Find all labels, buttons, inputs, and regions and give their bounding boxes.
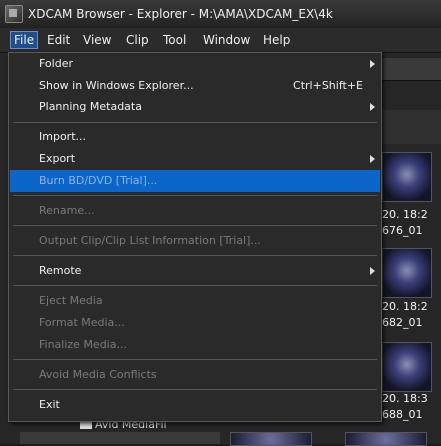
- menu-window[interactable]: Window: [200, 32, 253, 48]
- menu-item-label: Planning Metadata: [39, 100, 142, 113]
- menu-item-label: Format Media...: [39, 316, 125, 329]
- menu-separator: [13, 122, 377, 123]
- menu-item-show-in-explorer[interactable]: Show in Windows Explorer... Ctrl+Shift+E: [10, 75, 380, 97]
- menu-item-label: Eject Media: [39, 294, 103, 307]
- menu-item-label: Export: [39, 152, 76, 165]
- menu-item-label: Avoid Media Conflicts: [39, 368, 157, 381]
- clip-thumbnail[interactable]: [382, 342, 432, 392]
- submenu-arrow-icon: [370, 60, 375, 68]
- menu-item-label: Show in Windows Explorer...: [39, 79, 194, 92]
- file-menu-dropdown: Folder Show in Windows Explorer... Ctrl+…: [8, 52, 382, 422]
- menu-item-rename[interactable]: Rename...: [10, 200, 380, 222]
- menu-item-avoid-conflicts[interactable]: Avoid Media Conflicts: [10, 364, 380, 386]
- window-title: XDCAM Browser - Explorer - M:\AMA\XDCAM_…: [28, 7, 333, 21]
- submenu-arrow-icon: [370, 267, 375, 275]
- clip-name: 682_01: [382, 316, 423, 329]
- menu-separator: [13, 195, 377, 196]
- menu-clip[interactable]: Clip: [123, 32, 152, 48]
- menu-view[interactable]: View: [80, 32, 114, 48]
- menu-item-eject-media[interactable]: Eject Media: [10, 290, 380, 312]
- panel-header: [380, 58, 441, 81]
- menu-item-finalize-media[interactable]: Finalize Media...: [10, 334, 380, 356]
- menu-item-label: Output Clip/Clip List Information [Trial…: [39, 234, 261, 247]
- menu-tool[interactable]: Tool: [160, 32, 189, 48]
- panel-toolbar: [380, 110, 441, 144]
- menu-item-label: Remote: [39, 264, 82, 277]
- menu-item-planning-metadata[interactable]: Planning Metadata: [10, 96, 380, 118]
- menu-separator: [13, 255, 377, 256]
- menu-separator: [13, 225, 377, 226]
- menu-item-label: Exit: [39, 398, 60, 411]
- menu-item-label: Finalize Media...: [39, 338, 127, 351]
- menu-item-format-media[interactable]: Format Media...: [10, 312, 380, 334]
- menu-item-label: Import...: [39, 130, 86, 143]
- menu-item-label: Rename...: [39, 204, 95, 217]
- menu-item-remote[interactable]: Remote: [10, 260, 380, 282]
- menu-separator: [13, 285, 377, 286]
- menu-item-burn[interactable]: Burn BD/DVD [Trial]...: [10, 170, 380, 192]
- menu-file[interactable]: File: [10, 31, 39, 49]
- menu-item-import[interactable]: Import...: [10, 126, 380, 148]
- menu-item-output-clip-info[interactable]: Output Clip/Clip List Information [Trial…: [10, 230, 380, 252]
- menu-help[interactable]: Help: [260, 32, 293, 48]
- clip-thumbnail[interactable]: [382, 248, 432, 298]
- submenu-arrow-icon: [370, 103, 375, 111]
- submenu-arrow-icon: [370, 155, 375, 163]
- clip-time: 20. 18:3: [382, 392, 428, 405]
- title-bar: XDCAM Browser - Explorer - M:\AMA\XDCAM_…: [0, 0, 441, 29]
- menu-separator: [13, 359, 377, 360]
- menu-item-exit[interactable]: Exit: [10, 394, 380, 416]
- clip-thumbnail[interactable]: [382, 152, 432, 202]
- menu-item-label: Folder: [39, 57, 73, 70]
- clip-name: 676_01: [382, 224, 423, 237]
- menu-separator: [13, 389, 377, 390]
- menu-item-folder[interactable]: Folder: [10, 53, 380, 75]
- clip-time: 20. 18:2: [382, 208, 428, 221]
- menu-edit[interactable]: Edit: [44, 32, 73, 48]
- horizontal-scrollbar[interactable]: [20, 432, 220, 444]
- shortcut-label: Ctrl+Shift+E: [293, 79, 363, 92]
- menu-item-label: Burn BD/DVD [Trial]...: [39, 174, 158, 187]
- clip-time: 20. 18:2: [382, 300, 428, 313]
- clip-name: 688_01: [382, 408, 423, 421]
- app-icon: [5, 5, 23, 23]
- menu-item-export[interactable]: Export: [10, 148, 380, 170]
- menu-bar: File Edit View Clip Tool Window Help: [0, 28, 441, 53]
